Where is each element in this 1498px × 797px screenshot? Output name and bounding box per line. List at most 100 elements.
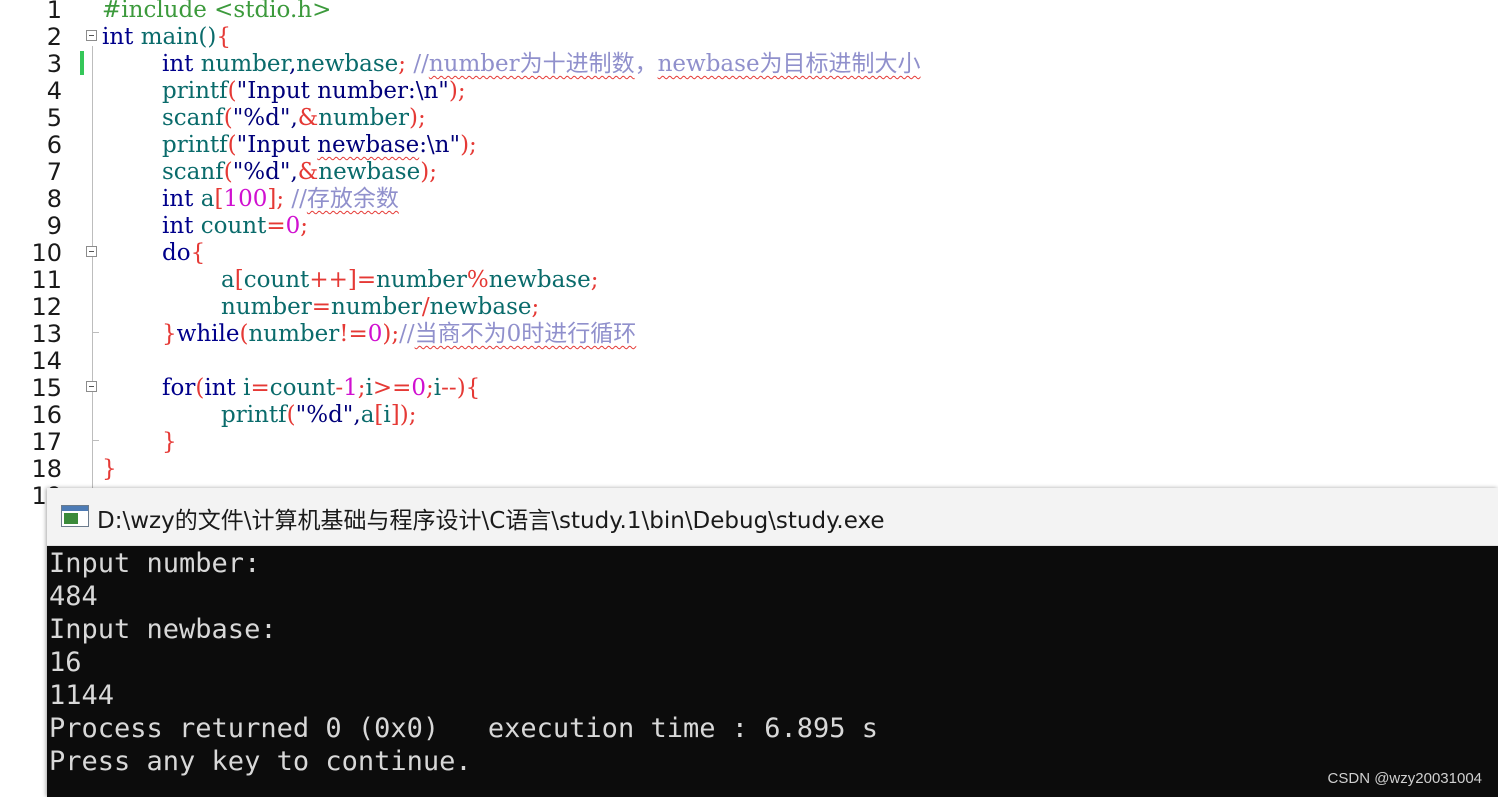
operator: ]= — [347, 267, 377, 293]
code-line-4[interactable]: printf("Input number:\n"); — [162, 78, 466, 105]
string-literal: "%d", — [295, 402, 361, 428]
string-literal: "%d", — [232, 105, 298, 131]
code-line-5[interactable]: scanf("%d",&number); — [162, 105, 426, 132]
console-title: D:\wzy的文件\计算机基础与程序设计\C语言\study.1\bin\Deb… — [97, 508, 885, 534]
function-name: printf — [162, 132, 228, 158]
brace: { — [216, 24, 232, 50]
console-title-bar[interactable]: D:\wzy的文件\计算机基础与程序设计\C语言\study.1\bin\Deb… — [47, 488, 1498, 546]
code-line-16[interactable]: printf("%d",a[i]); — [221, 402, 416, 429]
keyword: do — [162, 240, 191, 266]
identifier: newbase — [429, 294, 532, 320]
bracket: [ — [234, 267, 244, 293]
identifier: i — [383, 402, 391, 428]
console-output-line: 484 — [49, 581, 98, 612]
identifier: count — [193, 213, 267, 239]
line-number: 10 — [31, 239, 62, 267]
console-output-line: Input number: — [49, 548, 261, 579]
console-window[interactable]: D:\wzy的文件\计算机基础与程序设计\C语言\study.1\bin\Deb… — [47, 488, 1498, 797]
fold-toggle-for[interactable] — [86, 381, 97, 392]
console-output-line: Process returned 0 (0x0) execution time … — [49, 713, 879, 744]
console-output[interactable]: Input number: 484 Input newbase: 16 1144… — [47, 545, 1498, 797]
identifier: newbase — [318, 159, 421, 185]
identifier: i — [365, 375, 373, 401]
punctuation: ; — [590, 267, 599, 293]
code-line-15[interactable]: for(int i=count-1;i>=0;i--){ — [162, 375, 480, 402]
identifier: number — [331, 294, 422, 320]
identifier: number — [200, 51, 289, 77]
comment: // — [284, 186, 307, 212]
brace: } — [162, 429, 177, 455]
code-line-13[interactable]: }while(number!=0);//当商不为0时进行循环 — [162, 321, 636, 348]
keyword: int — [162, 186, 194, 212]
identifier: a — [360, 402, 375, 428]
function-name: scanf — [162, 105, 224, 131]
fold-end-marker — [92, 440, 99, 441]
number-literal: 0 — [367, 321, 383, 347]
fold-guide-line — [92, 46, 93, 492]
comment: number为十进制数 — [428, 51, 635, 77]
comment: 当商不为0时进行循环 — [414, 321, 637, 347]
operator: & — [297, 105, 319, 131]
code-line-3[interactable]: int number,newbase; //number为十进制数，newbas… — [162, 51, 921, 78]
string-literal: :\n" — [419, 132, 461, 158]
comment: // — [406, 51, 429, 77]
paren: ( — [223, 105, 233, 131]
code-line-2[interactable]: int main(){ — [102, 24, 231, 51]
console-app-icon — [61, 505, 89, 527]
code-line-6[interactable]: printf("Input newbase:\n"); — [162, 132, 477, 159]
code-line-8[interactable]: int a[100]; //存放余数 — [162, 186, 399, 213]
punctuation: ; — [300, 213, 309, 239]
paren: ){ — [456, 375, 481, 401]
console-output-line: Input newbase: — [49, 614, 277, 645]
identifier: a — [193, 186, 215, 212]
function-name: scanf — [162, 159, 224, 185]
line-number: 2 — [46, 23, 62, 51]
operator: ++ — [309, 267, 348, 293]
line-number: 1 — [46, 0, 62, 24]
code-line-17[interactable]: } — [162, 429, 177, 456]
identifier: count — [243, 267, 310, 293]
comment: newbase为目标进制大小 — [657, 51, 921, 77]
paren: ); — [420, 159, 437, 185]
console-output-line: 16 — [49, 647, 82, 678]
operator: = — [266, 213, 286, 239]
operator: / — [421, 294, 430, 320]
function-name: printf — [221, 402, 287, 428]
fold-toggle-main[interactable] — [86, 30, 97, 41]
string-literal: newbase — [317, 132, 420, 158]
console-output-line: 1144 — [49, 680, 115, 711]
csdn-watermark: CSDN @wzy20031004 — [1327, 770, 1482, 787]
operator: & — [297, 159, 319, 185]
code-line-9[interactable]: int count=0; — [162, 213, 308, 240]
paren: ); — [460, 132, 477, 158]
code-line-12[interactable]: number=number/newbase; — [221, 294, 539, 321]
bracket: ]; — [267, 186, 285, 212]
line-number: 16 — [31, 401, 62, 429]
string-literal: "Input number:\n" — [236, 78, 449, 104]
number-literal: 0 — [285, 213, 301, 239]
include-header: <stdio.h> — [206, 0, 332, 23]
code-line-7[interactable]: scanf("%d",&newbase); — [162, 159, 437, 186]
operator: != — [339, 321, 368, 347]
paren: ( — [227, 132, 237, 158]
number-literal: 1 — [343, 375, 358, 401]
fold-toggle-do[interactable] — [86, 246, 97, 257]
code-line-18[interactable]: } — [102, 456, 117, 483]
paren: ( — [195, 375, 205, 401]
code-line-11[interactable]: a[count++]=number%newbase; — [221, 267, 598, 294]
code-line-1[interactable]: #include <stdio.h> — [102, 0, 331, 24]
punctuation: ; — [398, 51, 407, 77]
keyword: int — [162, 51, 194, 77]
punctuation: ; — [426, 375, 434, 401]
paren: ); — [409, 105, 426, 131]
number-literal: 100 — [223, 186, 268, 212]
code-line-10[interactable]: do{ — [162, 240, 205, 267]
keyword: int — [204, 375, 236, 401]
line-number: 7 — [46, 158, 62, 186]
operator: -- — [441, 375, 457, 401]
paren: ( — [227, 78, 237, 104]
identifier: number — [318, 105, 410, 131]
preprocessor-directive: #include — [102, 0, 207, 23]
identifier: count — [269, 375, 336, 401]
line-number: 17 — [31, 428, 62, 456]
